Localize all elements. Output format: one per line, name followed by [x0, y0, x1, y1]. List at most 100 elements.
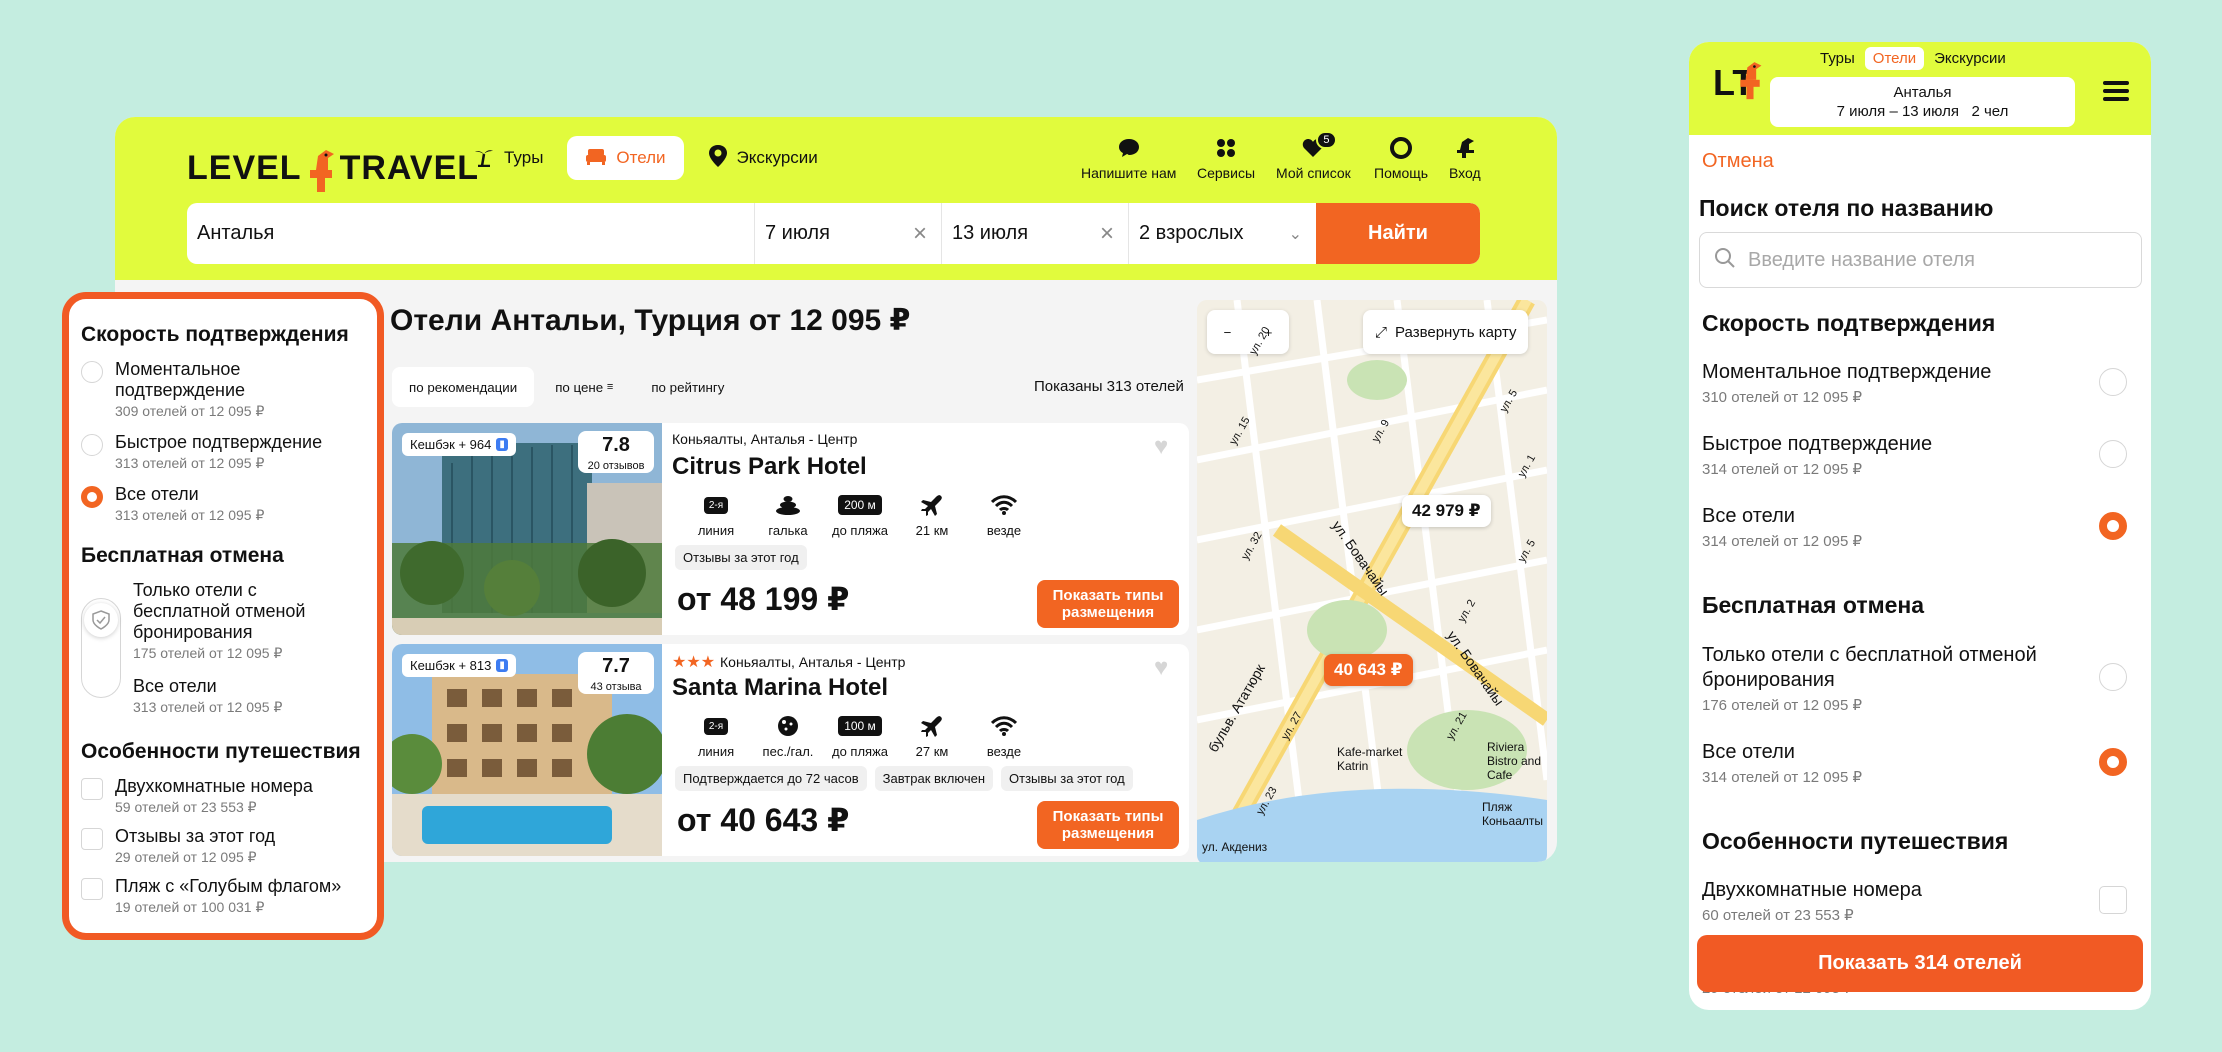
tag: Отзывы за этот год	[1001, 766, 1133, 791]
show-hotels-button[interactable]: Показать 314 отелей	[1697, 935, 2143, 992]
mobile-tab-hotels[interactable]: Отели	[1864, 47, 1925, 70]
show-room-types-button[interactable]: Показать типы размещения	[1037, 580, 1179, 628]
sort-recommended[interactable]: по рекомендации	[392, 367, 535, 407]
hotel-card[interactable]: Кешбэк + 813 ▮ 7.7 43 отзыва ★★★ Коньяалты,…	[392, 644, 1189, 856]
facility-label: галька	[768, 523, 808, 538]
option-sub: 60 отелей от 23 553 ₽	[1702, 907, 1854, 924]
expand-map-label: Развернуть карту	[1395, 323, 1517, 341]
hotel-name[interactable]: Santa Marina Hotel	[672, 674, 888, 702]
radio-button[interactable]	[81, 361, 103, 383]
speed-option-instant[interactable]: Моментальное подтверждение 309 отелей от …	[81, 359, 377, 420]
search-summary[interactable]: Анталья 7 июля – 13 июля 2 чел	[1770, 77, 2075, 127]
favorite-heart-icon[interactable]: ♥	[1154, 654, 1168, 682]
quick-my-list[interactable]: 5 Мой список	[1276, 131, 1351, 181]
filters-panel: Скорость подтверждения Моментальное подт…	[62, 292, 384, 940]
option-label: Быстрое подтверждение	[1702, 433, 1933, 455]
mobile-speed-instant[interactable]: Моментальное подтверждение 310 отелей от …	[1702, 360, 2127, 406]
facility-label: пес./гал.	[762, 744, 814, 759]
sort-rating[interactable]: по рейтингу	[634, 367, 741, 407]
quick-services[interactable]: Сервисы	[1197, 135, 1255, 181]
sort-price[interactable]: по цене ≡	[538, 367, 630, 407]
radio-button[interactable]	[81, 434, 103, 456]
mobile-speed-title: Скорость подтверждения	[1702, 310, 1996, 336]
mobile-tab-excursions[interactable]: Экскурсии	[1926, 47, 2014, 70]
radio-button-selected[interactable]	[2099, 512, 2127, 540]
mobile-logo[interactable]: LT	[1713, 62, 1762, 104]
clear-date-to-icon[interactable]: ×	[1100, 220, 1114, 248]
option-label: Моментальное подтверждение	[115, 359, 246, 400]
cashback-text: Кешбэк + 964	[410, 437, 492, 452]
date-from-field[interactable]: 7 июля ×	[755, 203, 942, 264]
line-badge: 2-я	[703, 496, 729, 514]
cancel-option-free[interactable]: Только отели с бесплатной отменой бронир…	[133, 580, 323, 662]
summary-details: 7 июля – 13 июля 2 чел	[1836, 103, 2009, 120]
quick-write-us[interactable]: Напишите нам	[1081, 135, 1176, 181]
hotel-location-text: Коньяалты, Анталья - Центр	[672, 431, 858, 447]
airplane-icon	[920, 714, 944, 738]
checkbox[interactable]	[81, 778, 103, 800]
radio-button[interactable]	[2099, 663, 2127, 691]
mobile-speed-fast[interactable]: Быстрое подтверждение 314 отелей от 12 09…	[1702, 432, 2127, 478]
feature-blue-flag[interactable]: Пляж с «Голубым флагом» 19 отелей от 100 …	[81, 876, 377, 916]
option-sub: 59 отелей от 23 553 ₽	[115, 799, 257, 815]
mobile-speed-all[interactable]: Все отели 314 отелей от 12 095 ₽	[1702, 504, 2127, 550]
cashback-text: Кешбэк + 813	[410, 658, 492, 673]
radio-button[interactable]	[2099, 368, 2127, 396]
map-price-pin[interactable]: 42 979 ₽	[1402, 495, 1491, 527]
cancel-toggle-group: Только отели с бесплатной отменой бронир…	[81, 580, 377, 716]
expand-map-button[interactable]: ⤢ Развернуть карту	[1363, 310, 1529, 354]
tab-hotels[interactable]: Отели	[567, 136, 684, 180]
facility-label: 21 км	[915, 523, 949, 538]
tab-hotels-label: Отели	[616, 148, 666, 167]
mobile-cancel-free[interactable]: Только отели с бесплатной отменой бронир…	[1702, 643, 2127, 714]
radio-button-selected[interactable]	[81, 486, 103, 508]
shield-check-icon	[84, 603, 118, 637]
header: LEVEL TRAVEL Туры Отели Экскурсии Напиши…	[115, 117, 1557, 280]
facility-label: 27 км	[915, 744, 949, 759]
poi-label: Riviera Bistro and Cafe	[1487, 740, 1542, 782]
quick-login[interactable]: Вход	[1449, 135, 1481, 181]
mobile-feature-two-room[interactable]: Двухкомнатные номера 60 отелей от 23 553 …	[1702, 878, 2127, 924]
hotel-price: от 48 199 ₽	[677, 581, 850, 617]
clear-date-from-icon[interactable]: ×	[913, 220, 927, 248]
rating-badge: 7.7 43 отзыва	[578, 652, 654, 694]
tab-tours[interactable]: Туры	[455, 136, 561, 180]
option-sub: 29 отелей от 12 095 ₽	[115, 849, 257, 865]
map-price-pin-active[interactable]: 40 643 ₽	[1324, 654, 1413, 686]
find-button[interactable]: Найти	[1316, 203, 1480, 264]
option-sub: 310 отелей от 12 095 ₽	[1702, 389, 1863, 406]
feature-reviews-this-year[interactable]: Отзывы за этот год 29 отелей от 12 095 ₽	[81, 826, 377, 866]
menu-hamburger-icon[interactable]	[2103, 80, 2129, 107]
favorite-heart-icon[interactable]: ♥	[1154, 433, 1168, 461]
show-room-types-button[interactable]: Показать типы размещения	[1037, 801, 1179, 849]
radio-button[interactable]	[2099, 440, 2127, 468]
checkbox[interactable]	[81, 828, 103, 850]
date-to-field[interactable]: 13 июля ×	[942, 203, 1129, 264]
hotel-card[interactable]: Кешбэк + 964 ▮ 7.8 20 отзывов Коньяалты, А…	[392, 423, 1189, 635]
poi-label: Kafe-market Katrin	[1337, 745, 1403, 773]
destination-field[interactable]: Анталья	[187, 203, 755, 264]
heart-icon: 5	[1300, 131, 1337, 161]
hotel-name[interactable]: Citrus Park Hotel	[672, 453, 867, 481]
facility-beach-type: галька	[752, 493, 824, 538]
guests-field[interactable]: 2 взрослых ⌄	[1129, 203, 1316, 264]
mobile-cancel-all[interactable]: Все отели 314 отелей от 12 095 ₽	[1702, 740, 2127, 786]
option-label: Все отели	[1702, 741, 1795, 763]
quick-help[interactable]: Помощь	[1374, 135, 1428, 181]
speed-option-fast[interactable]: Быстрое подтверждение 313 отелей от 12 09…	[81, 432, 377, 472]
logo[interactable]: LEVEL TRAVEL	[187, 137, 479, 199]
cancel-option-all[interactable]: Все отели 313 отелей от 12 095 ₽	[133, 676, 323, 716]
checkbox[interactable]	[2099, 886, 2127, 914]
tab-excursions[interactable]: Экскурсии	[690, 136, 836, 180]
zoom-out-button[interactable]: −	[1224, 325, 1232, 340]
feature-two-room[interactable]: Двухкомнатные номера 59 отелей от 23 553 …	[81, 776, 377, 816]
hotel-search-input[interactable]: Введите название отеля	[1699, 232, 2142, 288]
map[interactable]: − + ⤢ Развернуть карту 42 979 ₽ 40 643 ₽ …	[1197, 300, 1547, 862]
checkbox[interactable]	[81, 878, 103, 900]
option-sub: 313 отелей от 12 095 ₽	[133, 699, 283, 715]
cancel-toggle[interactable]	[81, 598, 121, 698]
mobile-tab-tours[interactable]: Туры	[1812, 47, 1863, 70]
speed-option-all[interactable]: Все отели 313 отелей от 12 095 ₽	[81, 484, 377, 524]
radio-button-selected[interactable]	[2099, 748, 2127, 776]
cancel-link[interactable]: Отмена	[1702, 150, 1774, 173]
